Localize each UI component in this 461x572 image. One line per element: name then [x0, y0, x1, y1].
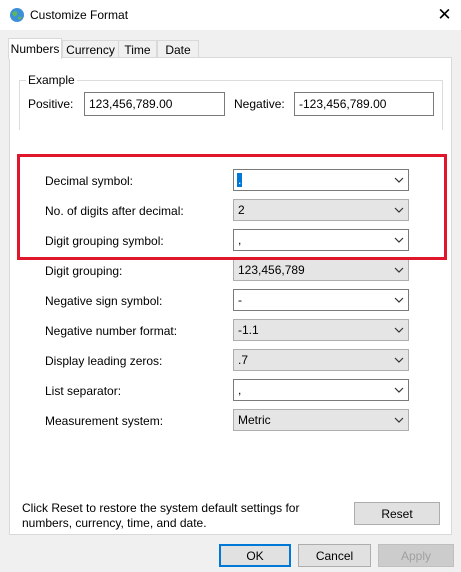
decimal-symbol-value: .	[237, 173, 243, 187]
negative-number-format-label: Negative number format:	[45, 324, 178, 338]
negative-number-format-value: -1.1	[238, 323, 259, 337]
chevron-down-icon	[394, 327, 404, 333]
digit-grouping-symbol-combo[interactable]: ,	[233, 229, 409, 251]
digits-after-decimal-label: No. of digits after decimal:	[45, 204, 184, 218]
title-bar: Customize Format ✕	[0, 0, 461, 30]
display-leading-zeros-value: .7	[238, 353, 249, 367]
globe-icon	[10, 8, 24, 22]
negative-sign-symbol-combo[interactable]: -	[233, 289, 409, 311]
positive-example-field: 123,456,789.00	[84, 92, 225, 116]
measurement-system-value: Metric	[238, 413, 271, 427]
chevron-down-icon	[394, 387, 404, 393]
close-button[interactable]: ✕	[428, 0, 461, 30]
chevron-down-icon	[394, 357, 404, 363]
measurement-system-combo[interactable]: Metric	[233, 409, 409, 431]
digit-grouping-symbol-value: ,	[238, 233, 242, 247]
digits-after-decimal-value: 2	[238, 203, 245, 217]
decimal-symbol-label: Decimal symbol:	[45, 174, 134, 188]
chevron-down-icon	[394, 177, 404, 183]
example-group-label: Example	[26, 73, 77, 87]
negative-sign-symbol-value: -	[238, 293, 242, 307]
chevron-down-icon	[394, 207, 404, 213]
cancel-button[interactable]: Cancel	[298, 544, 371, 567]
apply-button[interactable]: Apply	[378, 544, 454, 567]
tab-date[interactable]: Date	[157, 40, 199, 58]
measurement-system-label: Measurement system:	[45, 414, 164, 428]
digit-grouping-symbol-label: Digit grouping symbol:	[45, 234, 164, 248]
digit-grouping-combo[interactable]: 123,456,789	[233, 259, 409, 281]
close-icon: ✕	[437, 5, 452, 24]
digits-after-decimal-combo[interactable]: 2	[233, 199, 409, 221]
list-separator-combo[interactable]: ,	[233, 379, 409, 401]
digit-grouping-value: 123,456,789	[238, 263, 305, 277]
negative-sign-symbol-label: Negative sign symbol:	[45, 294, 163, 308]
tab-time[interactable]: Time	[118, 40, 157, 58]
list-separator-label: List separator:	[45, 384, 122, 398]
chevron-down-icon	[394, 267, 404, 273]
negative-example-field: -123,456,789.00	[294, 92, 434, 116]
display-leading-zeros-combo[interactable]: .7	[233, 349, 409, 371]
decimal-symbol-combo[interactable]: .	[233, 169, 409, 191]
tab-numbers[interactable]: Numbers	[8, 38, 62, 59]
list-separator-value: ,	[238, 383, 242, 397]
window-title: Customize Format	[30, 8, 129, 22]
ok-button[interactable]: OK	[219, 544, 291, 567]
display-leading-zeros-label: Display leading zeros:	[45, 354, 163, 368]
negative-number-format-combo[interactable]: -1.1	[233, 319, 409, 341]
positive-label: Positive:	[28, 97, 74, 111]
chevron-down-icon	[394, 237, 404, 243]
digit-grouping-label: Digit grouping:	[45, 264, 123, 278]
chevron-down-icon	[394, 297, 404, 303]
tab-currency[interactable]: Currency	[62, 40, 119, 58]
reset-note: Click Reset to restore the system defaul…	[22, 501, 300, 530]
chevron-down-icon	[394, 417, 404, 423]
negative-label: Negative:	[234, 97, 285, 111]
reset-button[interactable]: Reset	[354, 502, 440, 525]
